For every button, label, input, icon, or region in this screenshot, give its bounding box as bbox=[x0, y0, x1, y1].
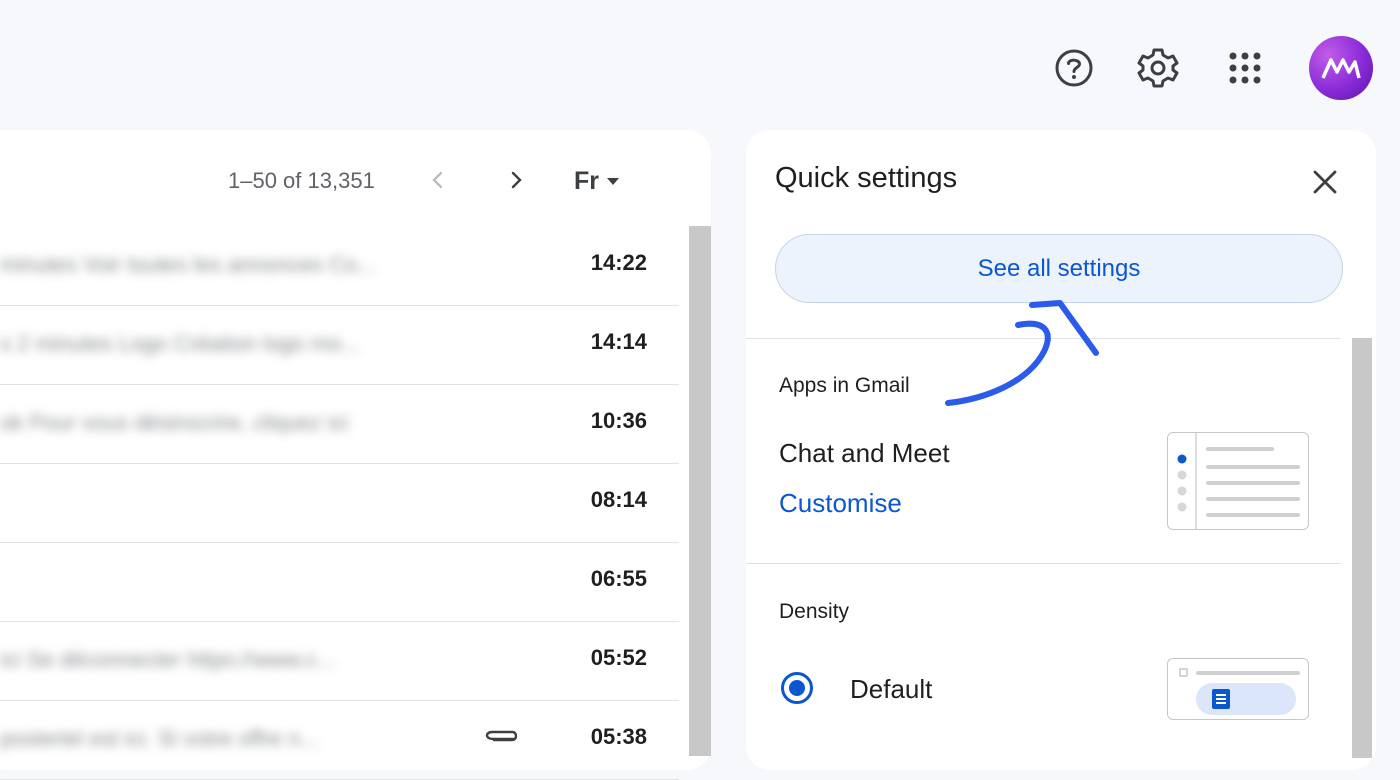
quick-settings-title: Quick settings bbox=[775, 162, 958, 194]
pagination-count: 1–50 of 13,351 bbox=[228, 168, 375, 193]
caret-down-icon bbox=[607, 177, 619, 185]
older-page-button[interactable] bbox=[498, 162, 534, 198]
radio-selected-dot bbox=[789, 680, 805, 696]
input-tools-selector[interactable]: Fr bbox=[574, 164, 619, 198]
mail-time: 06:55 bbox=[590, 566, 647, 591]
mail-snippet: minutes Voir toutes les annonces Co... bbox=[0, 252, 376, 277]
customise-link[interactable]: Customise bbox=[779, 488, 902, 519]
divider bbox=[746, 563, 1340, 564]
chevron-left-icon bbox=[432, 171, 443, 189]
mail-row[interactable]: s 2 minutes Logo Création logo mo... 14:… bbox=[0, 305, 679, 385]
mail-list-scrollbar[interactable] bbox=[689, 226, 711, 756]
annotation-arrow-icon bbox=[930, 285, 1110, 420]
mail-row[interactable]: 08:14 bbox=[0, 463, 679, 543]
mail-time: 05:52 bbox=[590, 645, 647, 670]
density-default-label: Default bbox=[850, 674, 933, 704]
mail-time: 14:14 bbox=[590, 329, 647, 354]
avatar-logo-icon bbox=[1321, 58, 1361, 79]
mail-time: 08:14 bbox=[590, 487, 647, 512]
attachment-icon bbox=[484, 730, 518, 753]
density-heading: Density bbox=[779, 600, 850, 623]
quick-settings-scrollbar[interactable] bbox=[1352, 338, 1372, 758]
apps-in-gmail-heading: Apps in Gmail bbox=[779, 374, 910, 397]
mail-time: 14:22 bbox=[590, 250, 647, 275]
mail-row[interactable]: ok Pour vous désinscrire, cliquez ici 10… bbox=[0, 384, 679, 464]
density-default-preview-icon bbox=[1167, 658, 1309, 720]
mail-snippet: posteriel est ici. Si votre offre n... bbox=[0, 726, 319, 751]
mail-row[interactable]: ici Se déconnecter https://www.c... 05:5… bbox=[0, 621, 679, 701]
mail-time: 05:38 bbox=[590, 724, 647, 749]
mail-row[interactable]: 06:55 bbox=[0, 542, 679, 622]
google-apps-grid-icon[interactable] bbox=[1223, 46, 1267, 90]
chat-and-meet-label: Chat and Meet bbox=[779, 438, 950, 468]
mail-time: 10:36 bbox=[590, 408, 647, 433]
mail-snippet: ok Pour vous désinscrire, cliquez ici bbox=[0, 410, 349, 435]
settings-gear-icon[interactable] bbox=[1136, 46, 1180, 90]
density-default-radio[interactable] bbox=[781, 672, 813, 704]
close-quick-settings-button[interactable] bbox=[1303, 160, 1347, 204]
close-icon bbox=[1313, 170, 1337, 194]
chat-meet-preview-icon bbox=[1167, 432, 1309, 530]
input-language-label: Fr bbox=[574, 166, 599, 195]
chevron-right-icon bbox=[511, 171, 522, 189]
mail-snippet: s 2 minutes Logo Création logo mo... bbox=[0, 331, 360, 356]
mail-snippet: ici Se déconnecter https://www.c... bbox=[0, 647, 336, 672]
help-icon[interactable] bbox=[1052, 46, 1096, 90]
account-avatar[interactable] bbox=[1309, 36, 1373, 100]
mail-row[interactable]: posteriel est ici. Si votre offre n... 0… bbox=[0, 700, 679, 780]
newer-page-button[interactable] bbox=[420, 162, 456, 198]
mail-row[interactable]: minutes Voir toutes les annonces Co... 1… bbox=[0, 226, 679, 306]
